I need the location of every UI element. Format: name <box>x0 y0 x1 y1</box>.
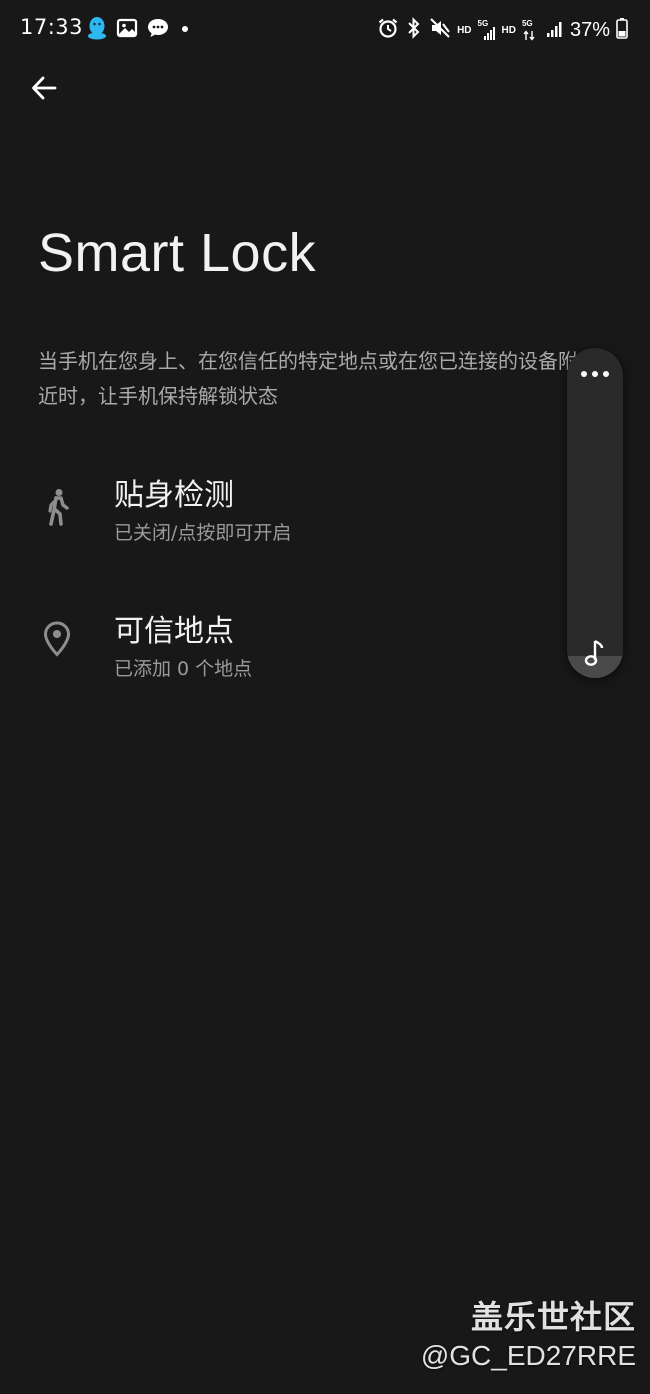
hd-label-1: HD <box>457 24 472 36</box>
location-pin-icon <box>36 618 78 660</box>
alarm-icon <box>377 17 399 43</box>
status-time: 17:33 <box>20 15 84 39</box>
qq-icon <box>86 16 108 44</box>
status-left-icons <box>86 17 192 43</box>
setting-title: 贴身检测 <box>114 478 234 513</box>
page-description: 当手机在您身上、在您信任的特定地点或在您已连接的设备附近时，让手机保持解锁状态 <box>38 349 578 408</box>
walking-person-icon <box>36 486 78 528</box>
data-arrows-icon: 5G <box>522 18 540 42</box>
dot-icon <box>178 21 192 40</box>
watermark-user: @GC_ED27RRE <box>420 1340 636 1371</box>
floating-side-panel[interactable] <box>567 348 623 678</box>
battery-percent: 37% <box>569 18 610 41</box>
hd-label-2: HD <box>501 24 516 36</box>
message-icon <box>146 17 170 43</box>
back-button[interactable] <box>22 68 66 112</box>
setting-subtitle: 已添加 0 个地点 <box>114 658 253 680</box>
battery-icon <box>616 17 628 43</box>
bluetooth-icon <box>405 17 423 43</box>
music-note-icon[interactable] <box>581 638 609 668</box>
arrow-left-icon <box>30 74 58 106</box>
watermark-brand: 盖乐世社区 <box>470 1298 636 1336</box>
page-title: Smart Lock <box>38 223 317 283</box>
setting-subtitle: 已关闭/点按即可开启 <box>114 522 292 544</box>
more-horizontal-icon[interactable] <box>567 360 623 388</box>
signal-icon: 5G <box>478 18 496 42</box>
mute-icon <box>429 17 451 43</box>
setting-title: 可信地点 <box>114 614 234 649</box>
setting-item-trusted-places[interactable]: 可信地点 已添加 0 个地点 <box>0 592 570 702</box>
signal-bars-icon <box>546 17 564 43</box>
gallery-icon <box>116 17 138 43</box>
status-right-icons: HD 5G HD 5G 37% <box>377 17 628 43</box>
setting-item-on-body-detection[interactable]: 贴身检测 已关闭/点按即可开启 <box>0 456 570 566</box>
status-bar: 17:33 HD 5G HD 5G 37% <box>0 0 650 60</box>
